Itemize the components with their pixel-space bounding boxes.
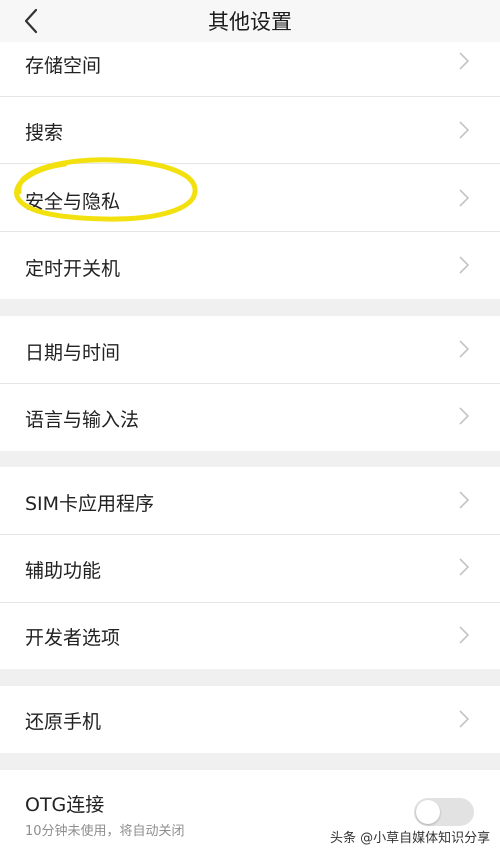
chevron-right-icon: [459, 491, 470, 509]
chevron-right-icon: [459, 407, 470, 425]
settings-item-sim-apps[interactable]: SIM卡应用程序: [0, 467, 500, 534]
settings-item-label: SIM卡应用程序: [25, 493, 155, 515]
settings-item-label: 安全与隐私: [25, 191, 121, 213]
section-gap: [0, 451, 500, 467]
settings-item-label: 还原手机: [25, 711, 102, 733]
settings-item-label: 存储空间: [25, 55, 102, 77]
settings-item-reset-phone[interactable]: 还原手机: [0, 686, 500, 753]
chevron-right-icon: [459, 52, 470, 70]
settings-item-scheduled-power[interactable]: 定时开关机: [0, 232, 500, 299]
chevron-right-icon: [459, 710, 470, 728]
settings-item-language-input[interactable]: 语言与输入法: [0, 384, 500, 451]
toggle-knob: [416, 800, 440, 824]
chevron-right-icon: [459, 558, 470, 576]
settings-item-label: 搜索: [25, 122, 64, 144]
otg-description: 10分钟未使用，将自动关闭: [25, 824, 185, 839]
settings-item-storage[interactable]: 存储空间: [0, 42, 500, 96]
chevron-right-icon: [459, 256, 470, 274]
settings-item-developer-options[interactable]: 开发者选项: [0, 603, 500, 669]
settings-item-security-privacy[interactable]: 安全与隐私: [0, 164, 500, 231]
section-gap: [0, 753, 500, 770]
chevron-right-icon: [459, 340, 470, 358]
section-gap: [0, 669, 500, 686]
title-bar: 其他设置: [0, 0, 500, 42]
settings-item-label: 辅助功能: [25, 560, 102, 582]
settings-item-date-time[interactable]: 日期与时间: [0, 316, 500, 383]
settings-item-accessibility[interactable]: 辅助功能: [0, 535, 500, 602]
settings-item-search[interactable]: 搜索: [0, 97, 500, 163]
watermark: 头条 @小草自媒体知识分享: [330, 831, 491, 846]
settings-item-label: 定时开关机: [25, 258, 121, 280]
otg-toggle[interactable]: [414, 798, 474, 826]
settings-item-label: 日期与时间: [25, 342, 121, 364]
otg-label: OTG连接: [25, 794, 105, 816]
settings-item-label: 开发者选项: [25, 627, 121, 649]
section-gap: [0, 299, 500, 316]
chevron-right-icon: [459, 189, 470, 207]
page-title: 其他设置: [208, 10, 292, 34]
chevron-right-icon: [459, 121, 470, 139]
chevron-right-icon: [459, 626, 470, 644]
settings-item-label: 语言与输入法: [25, 409, 140, 431]
